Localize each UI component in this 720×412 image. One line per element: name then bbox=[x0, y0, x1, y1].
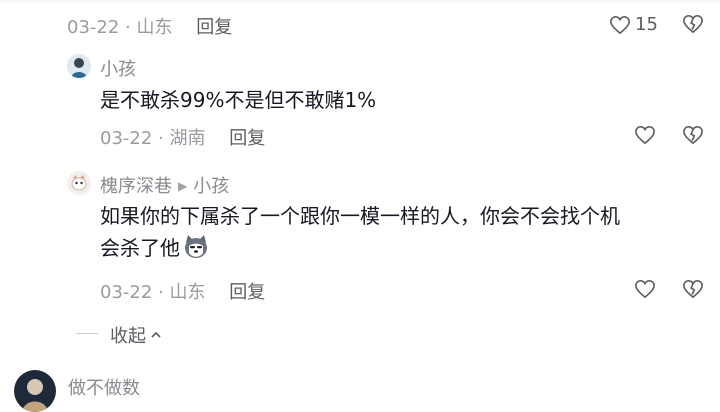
reply2-reply-to[interactable]: 小孩 bbox=[193, 176, 229, 197]
avatar-image bbox=[67, 54, 91, 78]
avatar-image bbox=[67, 171, 91, 195]
reply1-location: 湖南 bbox=[169, 128, 206, 149]
reply2-date: 03-22 bbox=[100, 282, 153, 303]
reply2-like-button[interactable] bbox=[634, 279, 656, 299]
avatar[interactable] bbox=[67, 171, 91, 195]
top-comment-dislike-button[interactable] bbox=[682, 14, 704, 34]
reply1-reply-button[interactable]: 回复 bbox=[229, 128, 265, 149]
avatar-image bbox=[14, 370, 56, 412]
reply2-text-line1: 如果你的下属杀了一个跟你一模一样的人，你会不会找个机 bbox=[100, 204, 620, 228]
heart-icon bbox=[635, 279, 655, 299]
heart-icon bbox=[610, 15, 630, 34]
top-comment-meta: 03-22 · 山东 回复 bbox=[67, 17, 233, 38]
collapse-label: 收起 bbox=[110, 326, 146, 347]
reply1-dislike-button[interactable] bbox=[682, 125, 704, 145]
reply-arrow-icon: ▶ bbox=[178, 179, 188, 193]
collapse-button[interactable]: 收起 bbox=[110, 322, 163, 348]
reply2-text-line2: 会杀了他 bbox=[100, 236, 180, 260]
reply2-reply-button[interactable]: 回复 bbox=[229, 282, 265, 303]
cut-off-previous-comment bbox=[0, 0, 720, 4]
reply1-like-button[interactable] bbox=[634, 125, 656, 145]
broken-heart-icon bbox=[683, 279, 703, 299]
collapse-divider bbox=[76, 333, 98, 334]
broken-heart-icon bbox=[683, 14, 703, 34]
husky-emoji-icon bbox=[182, 233, 210, 259]
top-comment-location: 山东 bbox=[136, 17, 173, 38]
reply2-author-line: 槐序深巷 ▶ 小孩 bbox=[100, 172, 229, 198]
next-comment-author[interactable]: 做不做数 bbox=[68, 374, 140, 400]
reply2-author[interactable]: 槐序深巷 bbox=[100, 176, 172, 197]
reply2-text: 如果你的下属杀了一个跟你一模一样的人，你会不会找个机 会杀了他 bbox=[100, 200, 700, 264]
reply1-meta: 03-22 · 湖南 回复 bbox=[100, 128, 266, 149]
avatar[interactable] bbox=[14, 370, 56, 412]
reply2-meta: 03-22 · 山东 回复 bbox=[100, 282, 266, 303]
top-comment-like-button[interactable]: 15 bbox=[609, 14, 658, 35]
reply2-dislike-button[interactable] bbox=[682, 279, 704, 299]
avatar[interactable] bbox=[67, 54, 91, 78]
reply1-date: 03-22 bbox=[100, 128, 153, 149]
top-comment-reply-button[interactable]: 回复 bbox=[196, 17, 232, 38]
reply1-author[interactable]: 小孩 bbox=[100, 55, 136, 81]
reply1-text: 是不敢杀99%不是但不敢赌1% bbox=[100, 88, 377, 112]
top-comment-like-count: 15 bbox=[635, 14, 658, 35]
reply2-text-line2-wrap: 会杀了他 bbox=[100, 232, 700, 264]
reply2-location: 山东 bbox=[169, 282, 206, 303]
broken-heart-icon bbox=[683, 125, 703, 145]
heart-icon bbox=[635, 125, 655, 145]
chevron-up-icon bbox=[151, 331, 161, 338]
top-comment-date: 03-22 bbox=[67, 17, 120, 38]
